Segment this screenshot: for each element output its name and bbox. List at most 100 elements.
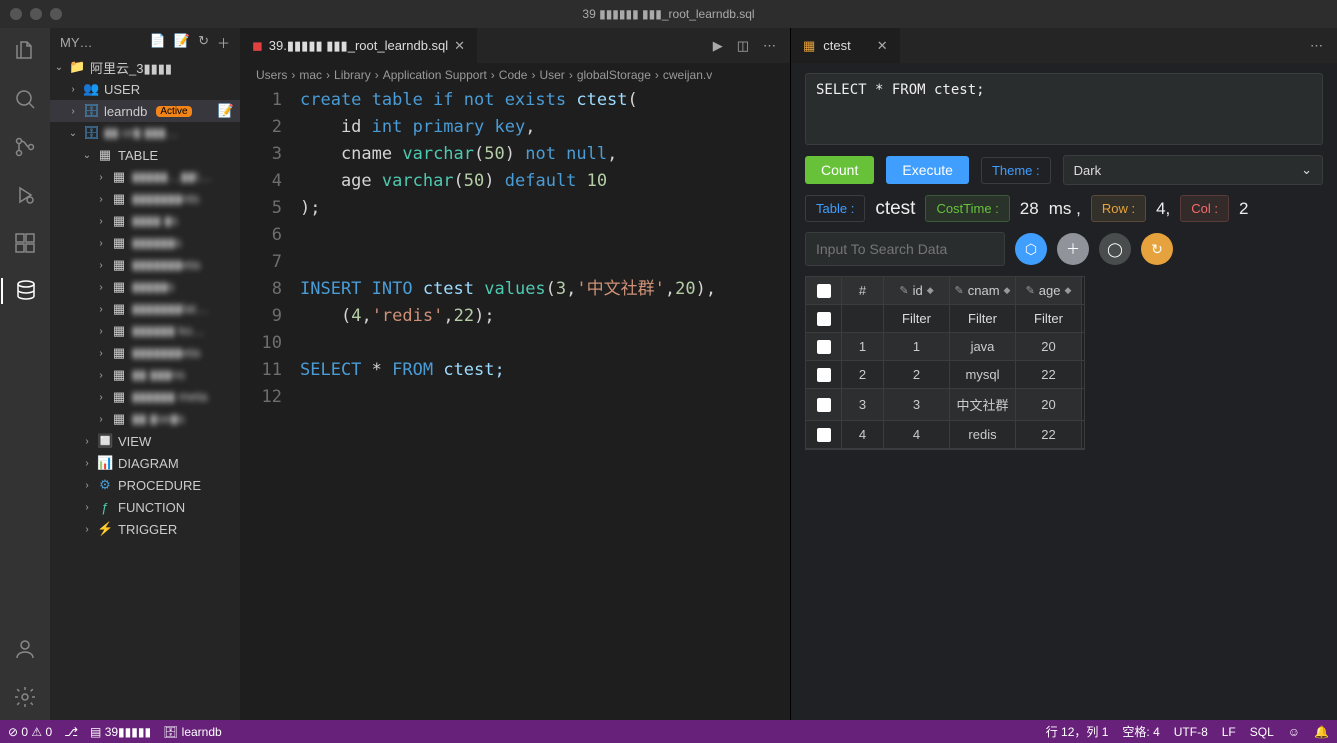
extensions-icon[interactable] [12,230,38,256]
share-icon[interactable]: ⬡ [1015,233,1047,265]
minimize-window-icon[interactable] [30,8,42,20]
maximize-window-icon[interactable] [50,8,62,20]
col-cname[interactable]: ✎cnam◆ [950,277,1016,304]
close-window-icon[interactable] [10,8,22,20]
row-checkbox[interactable] [806,421,842,448]
table-row[interactable]: 2 2 mysql 22 [806,361,1084,389]
row-checkbox[interactable] [806,333,842,360]
tab-sqlfile[interactable]: ◼ 39.▮▮▮▮▮ ▮▮▮_root_learndb.sql ✕ [240,28,477,63]
account-icon[interactable] [12,636,38,662]
filter-icon[interactable]: ◯ [1099,233,1131,265]
run-icon[interactable]: ▶ [713,38,723,54]
grid-header: # ✎id◆ ✎cnam◆ ✎age◆ [806,277,1084,305]
edit-icon[interactable]: 📝 [218,103,234,119]
close-tab-icon[interactable]: ✕ [877,38,888,54]
sql-file-icon: ◼ [252,38,263,54]
filter-cell[interactable]: Filter [1016,305,1082,332]
results-pane: ▦ ctest ✕ ⋯ Count Execute Theme : Dark⌄ … [790,28,1337,720]
search-input[interactable] [805,232,1005,266]
add-connection-icon[interactable]: ＋ [217,33,230,52]
trigger-node[interactable]: ›⚡TRIGGER [50,518,240,540]
table-row[interactable]: ›▦▮▮ ▮se▮s [50,408,240,430]
execute-button[interactable]: Execute [886,156,969,184]
schema-node[interactable]: ⌄🗄▮▮ or▮ ▮▮▮… [50,122,240,144]
activity-bar [0,28,50,720]
results-tabs: ▦ ctest ✕ ⋯ [791,28,1337,63]
user-node[interactable]: ›👥USER [50,78,240,100]
status-errors[interactable]: ⊘ 0 ⚠ 0 [8,725,52,739]
status-encoding[interactable]: UTF-8 [1174,725,1208,739]
add-row-icon[interactable]: ＋ [1057,233,1089,265]
col-index[interactable]: # [842,277,884,304]
table-row[interactable]: 3 3 中文社群 20 [806,389,1084,421]
refresh-icon[interactable]: ↻ [198,33,209,52]
search-icon[interactable] [12,86,38,112]
status-remote[interactable]: ▤ 39▮▮▮▮▮ [90,725,151,739]
status-git-icon[interactable]: ⎇ [64,725,78,739]
procedure-node[interactable]: ›⚙PROCEDURE [50,474,240,496]
reload-icon[interactable]: ↻ [1141,233,1173,265]
more-icon[interactable]: ⋯ [1310,38,1323,54]
table-row[interactable]: ›▦▮▮▮▮▮▮▮lat… [50,298,240,320]
function-node[interactable]: ›ƒFUNCTION [50,496,240,518]
database-icon[interactable] [1,278,49,304]
new-file-icon[interactable]: 📄 [150,33,166,52]
row-checkbox[interactable] [806,361,842,388]
code-editor[interactable]: 123456789101112 create table if not exis… [240,87,790,720]
new-query-icon[interactable]: 📝 [174,33,190,52]
status-cursor[interactable]: 行 12，列 1 [1046,723,1109,740]
table-icon: ▦ [803,38,815,54]
close-tab-icon[interactable]: ✕ [454,38,465,54]
filter-cell[interactable]: Filter [884,305,950,332]
sidebar-title: MY… [60,35,93,50]
status-feedback-icon[interactable]: ☺ [1288,725,1300,739]
results-grid: # ✎id◆ ✎cnam◆ ✎age◆ Filter Filter Filter… [805,276,1085,450]
learndb-node[interactable]: ›🗄learndbActive📝 [50,100,240,122]
settings-gear-icon[interactable] [12,684,38,710]
editor-pane: ◼ 39.▮▮▮▮▮ ▮▮▮_root_learndb.sql ✕ ▶ ◫ ⋯ … [240,28,790,720]
table-row[interactable]: ›▦▮▮▮▮ ▮s [50,210,240,232]
table-row[interactable]: 1 1 java 20 [806,333,1084,361]
table-row[interactable]: ›▦▮▮▮▮▮s [50,276,240,298]
table-label-pill: Table : [805,195,865,222]
table-row[interactable]: ›▦▮▮ ▮▮▮ns [50,364,240,386]
code-content[interactable]: create table if not exists ctest( id int… [300,87,790,720]
tab-ctest[interactable]: ▦ ctest ✕ [791,28,900,63]
table-row[interactable]: 4 4 redis 22 [806,421,1084,449]
source-control-icon[interactable] [12,134,38,160]
split-icon[interactable]: ◫ [737,38,749,54]
more-icon[interactable]: ⋯ [763,38,776,54]
view-node[interactable]: ›🔲VIEW [50,430,240,452]
col-id[interactable]: ✎id◆ [884,277,950,304]
select-all-checkbox[interactable] [806,277,842,304]
filter-cell[interactable]: Filter [950,305,1016,332]
explorer-icon[interactable] [12,38,38,64]
window-controls [10,8,62,20]
diagram-node[interactable]: ›📊DIAGRAM [50,452,240,474]
cost-value: 28 [1020,199,1039,219]
run-debug-icon[interactable] [12,182,38,208]
theme-select[interactable]: Dark⌄ [1063,155,1323,185]
tables-node[interactable]: ⌄▦TABLE [50,144,240,166]
table-row[interactable]: ›▦▮▮▮▮▮▮▮eta [50,254,240,276]
table-row[interactable]: ›▦▮▮▮▮▮▮ ko… [50,320,240,342]
costtime-label: CostTime : [925,195,1009,222]
breadcrumb[interactable]: Users›mac›Library›Application Support›Co… [240,63,790,87]
col-age[interactable]: ✎age◆ [1016,277,1082,304]
status-eol[interactable]: LF [1222,725,1236,739]
connection-node[interactable]: ⌄📁阿里云_3▮▮▮▮ [50,56,240,78]
table-row[interactable]: ›▦▮▮▮▮▮▮ meta [50,386,240,408]
query-input[interactable] [805,73,1323,145]
table-row[interactable]: ›▦▮▮▮▮▮▮▮nts [50,188,240,210]
row-checkbox[interactable] [806,305,842,332]
status-lang[interactable]: SQL [1250,725,1274,739]
row-checkbox[interactable] [806,389,842,420]
count-button[interactable]: Count [805,156,874,184]
status-db[interactable]: 🗄 learndb [163,725,222,739]
table-row[interactable]: ›▦▮▮▮▮▮▮▮eta [50,342,240,364]
table-row[interactable]: ›▦▮▮▮▮▮…▮▮t… [50,166,240,188]
status-bell-icon[interactable]: 🔔 [1314,725,1329,739]
line-gutter: 123456789101112 [240,87,300,720]
status-spaces[interactable]: 空格: 4 [1122,723,1159,740]
table-row[interactable]: ›▦▮▮▮▮▮▮s [50,232,240,254]
